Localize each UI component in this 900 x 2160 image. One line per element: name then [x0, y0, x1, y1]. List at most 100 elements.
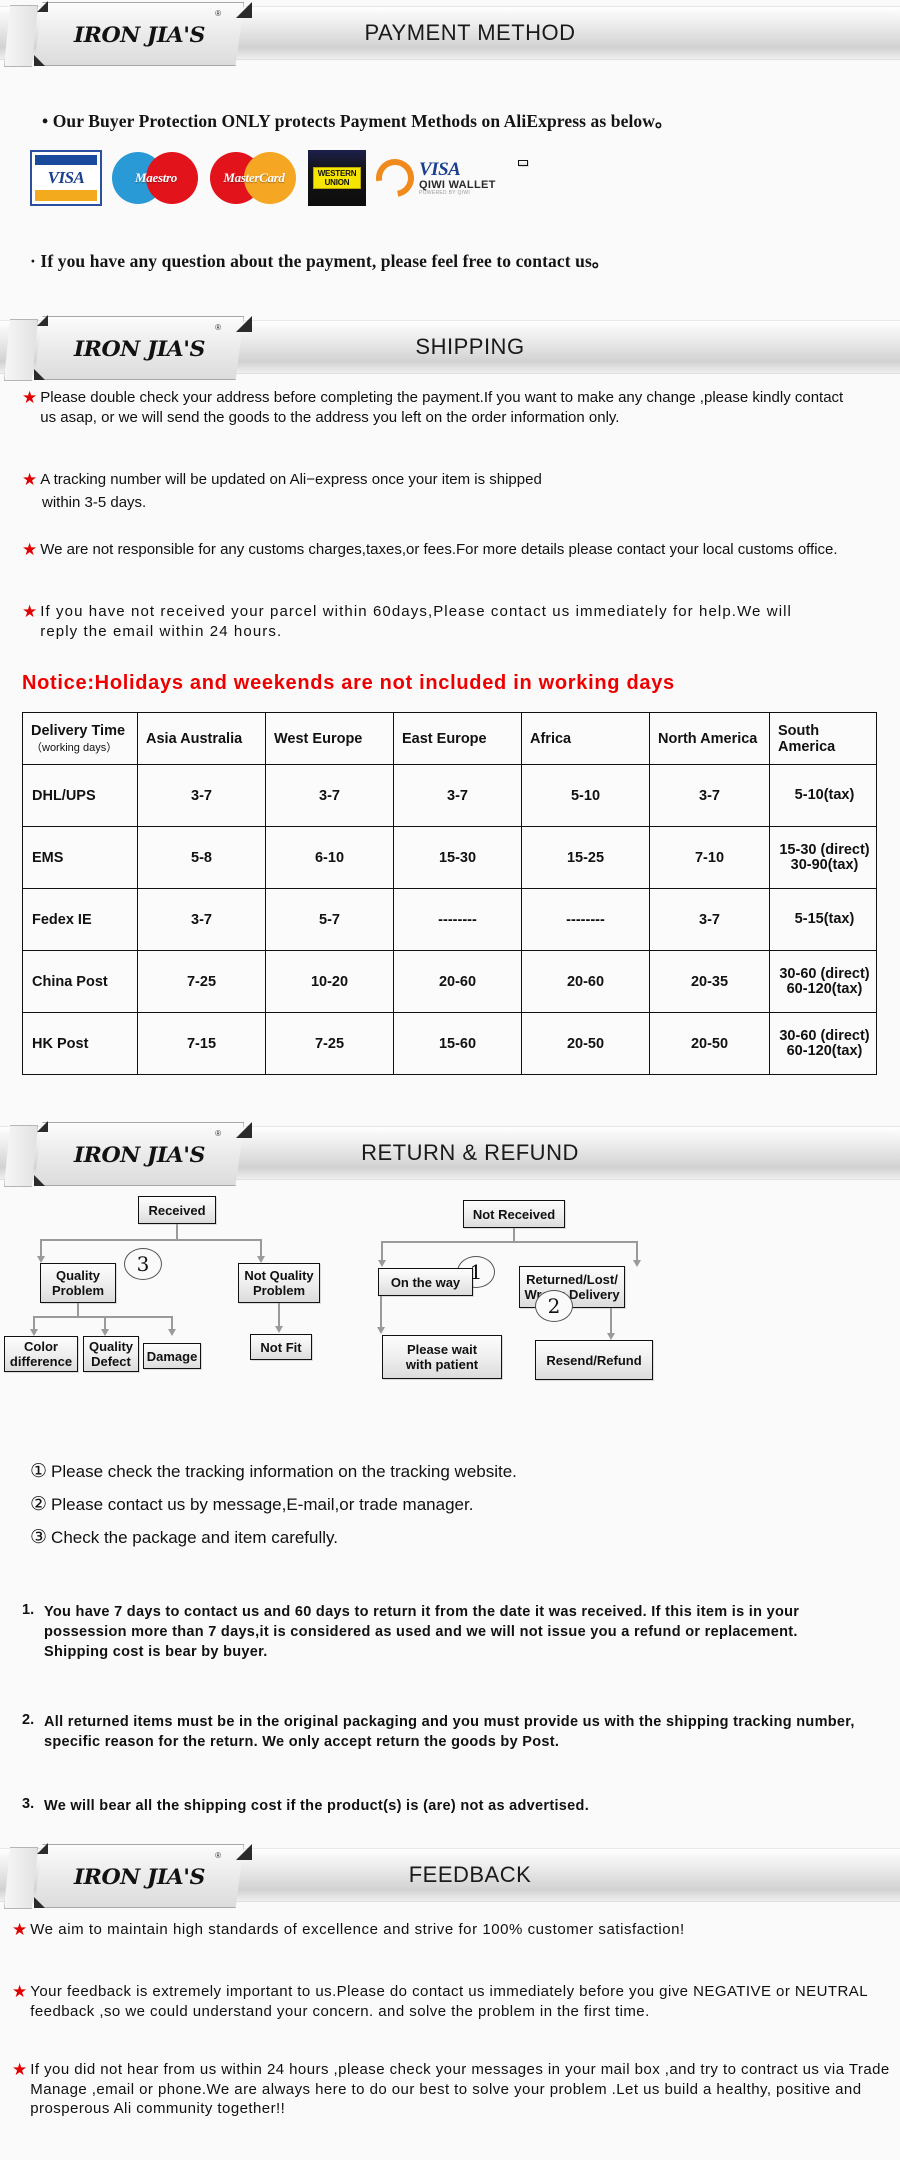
ribbon-notch-top [37, 1121, 48, 1132]
return-policy-3: 3. We will bear all the shipping cost if… [22, 1796, 890, 1816]
maestro-logo: Maestro [112, 150, 200, 206]
table-row: DHL/UPS 3-7 3-7 3-7 5-10 3-7 5-10(tax) [22, 764, 877, 827]
flow-arrow-icon [36, 1256, 45, 1263]
registered-mark-icon: ® [215, 1129, 221, 1138]
flow-connector [381, 1241, 383, 1261]
circle-number-1: ① [30, 1461, 48, 1482]
cell-value: 3-7 [649, 888, 770, 951]
flow-node-on-the-way: On the way [378, 1268, 473, 1296]
flow-connector [381, 1241, 638, 1243]
shipping-bullet-2-text: A tracking number will be updated on Ali… [40, 471, 542, 488]
star-icon: ★ [22, 470, 38, 489]
qiwi-text-block: VISA QIWI WALLET POWERED BY QIWI [419, 159, 496, 197]
plaque-arrow-icon [236, 2, 252, 18]
qiwi-powered-by: POWERED BY QIWI [419, 190, 471, 197]
shipping-bullet-1: ★ Please double check your address befor… [22, 388, 862, 427]
visa-bottom-bar [35, 190, 97, 201]
flow-arrow-icon [376, 1327, 385, 1334]
cell-value: 6-10 [265, 826, 394, 889]
return-policy-1-number: 1. [22, 1602, 35, 1618]
cell-method: HK Post [22, 1012, 138, 1075]
shipping-bullet-3-text: We are not responsible for any customs c… [40, 541, 838, 558]
cell-value: 20-60 [521, 950, 650, 1013]
flow-arrow-icon [167, 1329, 176, 1336]
flow-connector [77, 1303, 79, 1317]
feedback-bullet-2-text: Your feedback is extremely important to … [30, 1983, 868, 2020]
payment-logo-row: VISA Maestro MasterCard WESTERN UNION VI… [30, 150, 506, 206]
flow-node-not-quality-problem: Not Quality Problem [238, 1263, 320, 1303]
flow-node-quality-problem: Quality Problem [40, 1263, 116, 1303]
feedback-bullet-3: ★ If you did not hear from us within 24 … [12, 2060, 897, 2119]
table-row: HK Post 7-15 7-25 15-60 20-50 20-50 30-6… [22, 1012, 877, 1075]
brand-plaque: IRON JIA'S ® [34, 1844, 244, 1908]
flow-node-color-difference: Color difference [4, 1336, 78, 1372]
circle-number-3: ③ [30, 1527, 48, 1548]
brand-plaque: IRON JIA'S ® [34, 316, 244, 380]
flow-connector [636, 1241, 638, 1261]
feedback-bullet-3-text: If you did not hear from us within 24 ho… [30, 2061, 890, 2117]
flow-connector [40, 1239, 42, 1257]
ribbon-notch-bottom [34, 1175, 45, 1186]
cell-value: 7-15 [137, 1012, 266, 1075]
cell-method: China Post [22, 950, 138, 1013]
table-header-row: Delivery Time （working days） Asia Austra… [22, 712, 877, 765]
qiwi-q-icon [368, 151, 422, 205]
cell-value: 5-10 [521, 764, 650, 827]
col-west-europe: West Europe [265, 712, 394, 765]
col-delivery-time-sub: （working days） [31, 741, 118, 754]
table-row: China Post 7-25 10-20 20-60 20-60 20-35 … [22, 950, 877, 1013]
return-note-3-text: Check the package and item carefully. [51, 1527, 338, 1547]
flow-connector [260, 1239, 262, 1257]
shipping-time-table: Delivery Time （working days） Asia Austra… [22, 712, 877, 1075]
shipping-bullet-1-text: Please double check your address before … [40, 389, 844, 426]
shipping-bullet-2: ★ A tracking number will be updated on A… [22, 470, 862, 490]
return-note-1: ① Please check the tracking information … [30, 1460, 517, 1483]
flow-node-quality-defect: Quality Defect [83, 1336, 139, 1372]
section-banner-feedback: IRON JIA'S ® FEEDBACK [0, 1843, 900, 1909]
cell-value: 5-15(tax) [769, 888, 877, 951]
flow-connector [171, 1316, 173, 1330]
cell-value: 20-50 [521, 1012, 650, 1075]
cell-value: 7-10 [649, 826, 770, 889]
flow-connector [380, 1296, 382, 1328]
cell-value: 10-20 [265, 950, 394, 1013]
flow-connector [33, 1316, 35, 1330]
flow-node-please-wait: Please wait with patient [382, 1335, 502, 1379]
cell-value: 15-60 [393, 1012, 522, 1075]
mastercard-logo: MasterCard [210, 150, 298, 206]
cell-value: 15-30 (direct) 30-90(tax) [769, 826, 877, 889]
return-policy-3-text: We will bear all the shipping cost if th… [44, 1798, 590, 1814]
star-icon: ★ [12, 2060, 28, 2079]
return-policy-2-text: All returned items must be in the origin… [44, 1714, 855, 1750]
brand-name: IRON JIA'S [73, 21, 205, 47]
shipping-bullet-2-cont-text: within 3-5 days. [42, 494, 147, 511]
cell-method: EMS [22, 826, 138, 889]
cell-value: 5-8 [137, 826, 266, 889]
western-union-logo: WESTERN UNION [308, 150, 366, 206]
return-note-1-text: Please check the tracking information on… [51, 1461, 517, 1481]
flow-marker-3: 3 [124, 1248, 162, 1280]
flow-arrow-icon [377, 1260, 386, 1267]
ribbon-notch-bottom [34, 1897, 45, 1908]
shipping-bullet-2-cont: within 3-5 days. [42, 493, 146, 513]
flow-connector [610, 1308, 612, 1334]
brand-plaque: IRON JIA'S ® [34, 2, 244, 66]
cell-value: 3-7 [649, 764, 770, 827]
col-delivery-time-main: Delivery Time [31, 722, 126, 739]
visa-logo: VISA [30, 150, 102, 206]
maestro-wordmark: Maestro [135, 170, 177, 185]
return-note-3: ③ Check the package and item carefully. [30, 1526, 338, 1549]
flow-arrow-icon [606, 1333, 615, 1340]
flow-connector [104, 1316, 106, 1330]
flow-connector [513, 1228, 515, 1242]
circle-number-2: ② [30, 1494, 48, 1515]
cell-value: 3-7 [137, 888, 266, 951]
flow-node-not-received: Not Received [463, 1200, 565, 1228]
col-delivery-time: Delivery Time （working days） [22, 712, 138, 765]
western-union-line1: WESTERN [317, 169, 357, 178]
flow-node-not-fit: Not Fit [250, 1334, 312, 1360]
return-policy-2-number: 2. [22, 1712, 35, 1728]
cell-value: 20-60 [393, 950, 522, 1013]
star-icon: ★ [22, 540, 38, 559]
return-policy-1: 1. You have 7 days to contact us and 60 … [22, 1602, 862, 1662]
